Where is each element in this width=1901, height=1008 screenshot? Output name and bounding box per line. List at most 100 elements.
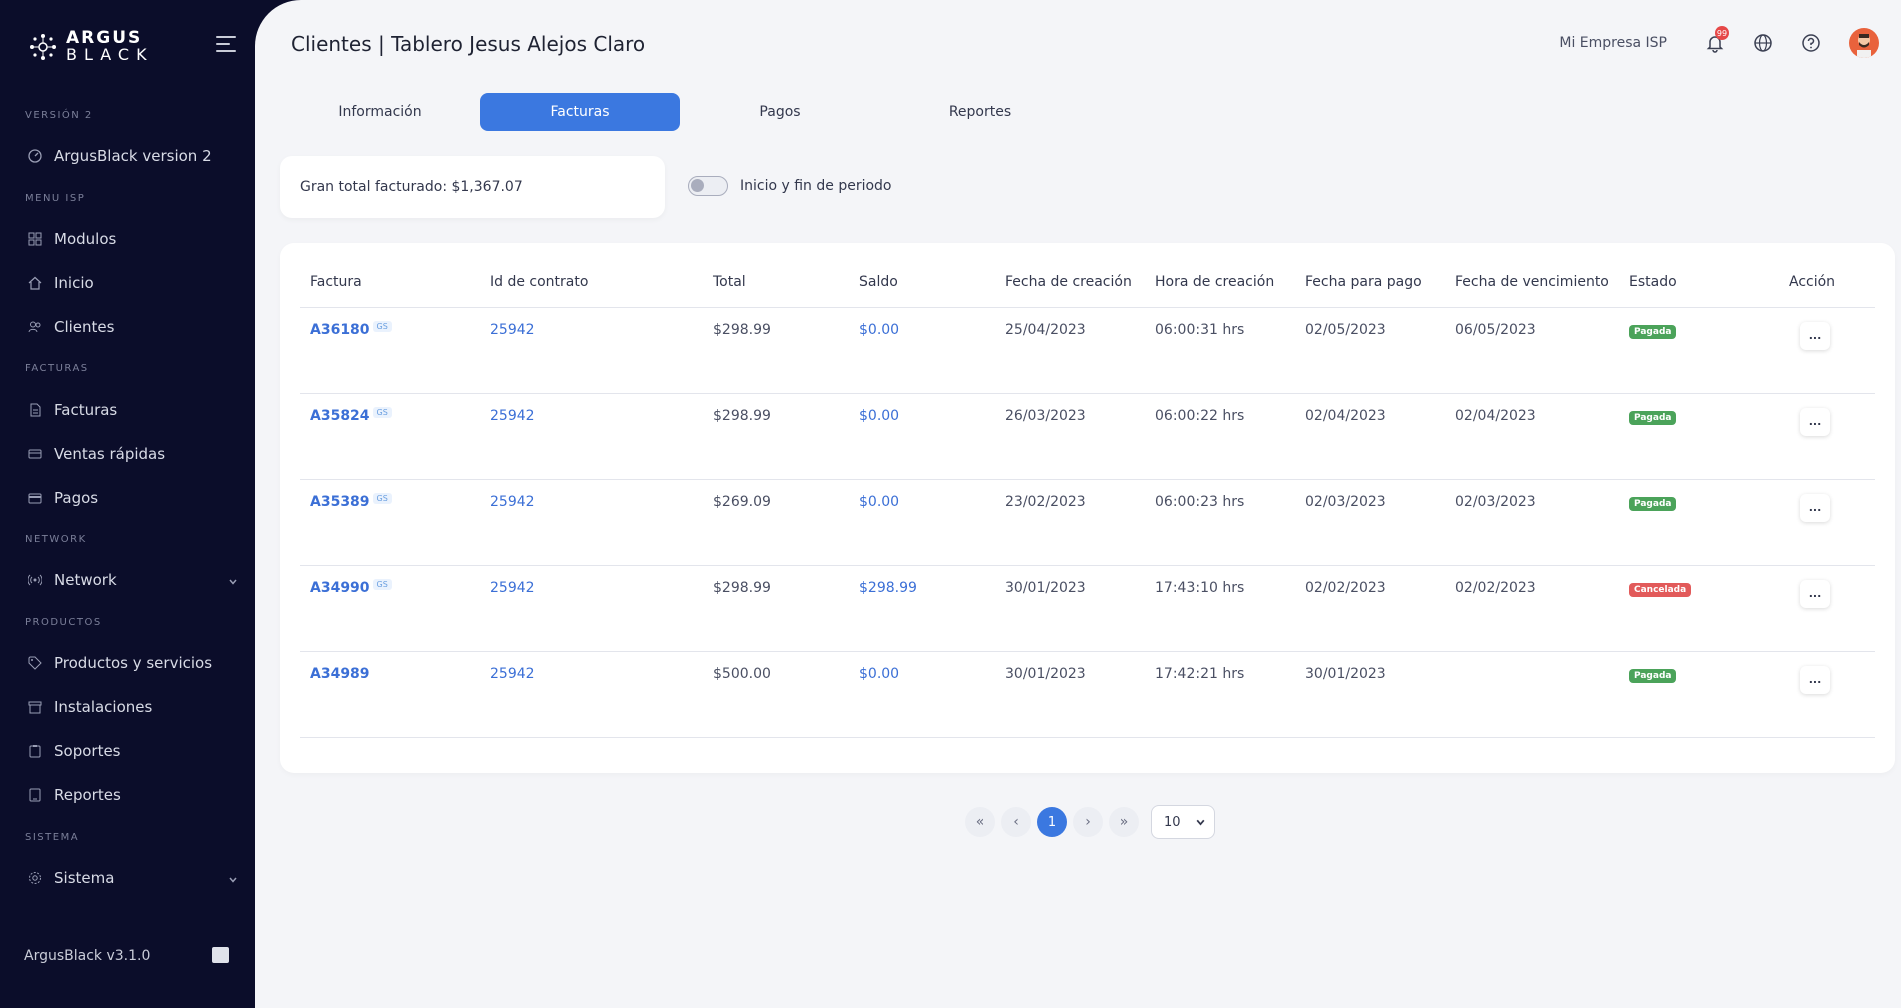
main-content: Clientes | Tablero Jesus Alejos Claro Mi… bbox=[255, 0, 1901, 1008]
sidebar-item-argus-v2[interactable]: ArgusBlack version 2 bbox=[28, 142, 238, 170]
globe-icon bbox=[1754, 34, 1772, 52]
created-time-cell: 17:42:21 hrs bbox=[1155, 651, 1305, 738]
gs-tag: GS bbox=[372, 492, 392, 504]
tab-reportes[interactable]: Reportes bbox=[880, 93, 1080, 131]
sidebar-item-reportes[interactable]: Reportes bbox=[28, 781, 238, 809]
col-hora-creacion: Hora de creación bbox=[1155, 271, 1305, 308]
sidebar-item-label: Productos y servicios bbox=[54, 654, 213, 672]
contract-link[interactable]: 25942 bbox=[490, 322, 535, 338]
gear-icon bbox=[28, 871, 42, 885]
app-logo[interactable]: ARGUS BLACK bbox=[28, 30, 154, 63]
invoice-link[interactable]: A34990 bbox=[310, 580, 370, 596]
total-cell: $298.99 bbox=[713, 307, 859, 394]
col-factura: Factura bbox=[300, 271, 490, 308]
row-actions-button[interactable]: ... bbox=[1800, 579, 1830, 608]
sidebar-item-ventas-rapidas[interactable]: Ventas rápidas bbox=[28, 440, 238, 468]
balance-link[interactable]: $0.00 bbox=[859, 666, 899, 682]
page-size-select[interactable]: 10 bbox=[1151, 805, 1215, 839]
archive-icon bbox=[28, 700, 42, 714]
sidebar-item-modulos[interactable]: Modulos bbox=[28, 225, 238, 253]
row-actions-button[interactable]: ... bbox=[1800, 407, 1830, 436]
notifications-button[interactable]: 99 bbox=[1701, 26, 1729, 57]
due-date-cell bbox=[1455, 651, 1629, 738]
invoice-link[interactable]: A35389 bbox=[310, 494, 370, 510]
table-row: A35389 GS 25942 $269.09 $0.00 23/02/2023 … bbox=[300, 479, 1875, 566]
sidebar-item-soportes[interactable]: Soportes bbox=[28, 737, 238, 765]
balance-link[interactable]: $0.00 bbox=[859, 408, 899, 424]
total-cell: $298.99 bbox=[713, 393, 859, 480]
help-button[interactable] bbox=[1797, 29, 1825, 57]
grand-total-card: Gran total facturado: $1,367.07 bbox=[280, 156, 665, 218]
section-label-version: VERSIÓN 2 bbox=[25, 110, 93, 121]
sidebar-item-clientes[interactable]: Clientes bbox=[28, 313, 238, 341]
tab-facturas[interactable]: Facturas bbox=[480, 93, 680, 131]
invoice-link[interactable]: A35824 bbox=[310, 408, 370, 424]
contract-link[interactable]: 25942 bbox=[490, 408, 535, 424]
next-page-button[interactable]: › bbox=[1073, 807, 1103, 837]
display-icon[interactable] bbox=[212, 947, 229, 963]
gs-tag: GS bbox=[372, 320, 392, 332]
created-date-cell: 26/03/2023 bbox=[1005, 393, 1155, 480]
sidebar-item-label: Inicio bbox=[54, 274, 94, 292]
tab-pagos[interactable]: Pagos bbox=[680, 93, 880, 131]
page-1-button[interactable]: 1 bbox=[1037, 807, 1067, 837]
page-size-value: 10 bbox=[1164, 814, 1181, 830]
invoice-link[interactable]: A34989 bbox=[310, 666, 370, 682]
row-actions-button[interactable]: ... bbox=[1800, 493, 1830, 522]
contract-link[interactable]: 25942 bbox=[490, 666, 535, 682]
col-accion: Acción bbox=[1789, 271, 1875, 308]
payment-date-cell: 02/05/2023 bbox=[1305, 307, 1455, 394]
sidebar-item-network[interactable]: Network bbox=[28, 566, 238, 594]
created-date-cell: 30/01/2023 bbox=[1005, 651, 1155, 738]
balance-link[interactable]: $298.99 bbox=[859, 580, 917, 596]
section-label-productos: PRODUCTOS bbox=[25, 617, 102, 628]
logo-text: ARGUS BLACK bbox=[66, 30, 154, 63]
sidebar-item-instalaciones[interactable]: Instalaciones bbox=[28, 693, 238, 721]
contract-link[interactable]: 25942 bbox=[490, 580, 535, 596]
contract-link[interactable]: 25942 bbox=[490, 494, 535, 510]
created-time-cell: 06:00:31 hrs bbox=[1155, 307, 1305, 394]
table-row: A35824 GS 25942 $298.99 $0.00 26/03/2023 … bbox=[300, 393, 1875, 480]
table-header-row: Factura Id de contrato Total Saldo Fecha… bbox=[300, 271, 1875, 308]
sidebar-item-facturas[interactable]: Facturas bbox=[28, 396, 238, 424]
status-badge: Pagada bbox=[1629, 410, 1677, 425]
sidebar-item-label: Reportes bbox=[54, 786, 121, 804]
balance-link[interactable]: $0.00 bbox=[859, 322, 899, 338]
section-label-network: NETWORK bbox=[25, 534, 87, 545]
payment-date-cell: 30/01/2023 bbox=[1305, 651, 1455, 738]
invoice-link[interactable]: A36180 bbox=[310, 322, 370, 338]
balance-link[interactable]: $0.00 bbox=[859, 494, 899, 510]
sidebar-item-inicio[interactable]: Inicio bbox=[28, 269, 238, 297]
credit-card-icon bbox=[28, 447, 42, 461]
period-toggle[interactable] bbox=[688, 176, 728, 196]
last-page-button[interactable]: » bbox=[1109, 807, 1139, 837]
due-date-cell: 06/05/2023 bbox=[1455, 307, 1629, 394]
sidebar-item-label: Network bbox=[54, 571, 117, 589]
menu-toggle-icon[interactable] bbox=[216, 36, 238, 54]
sidebar-item-label: Soportes bbox=[54, 742, 121, 760]
period-toggle-label: Inicio y fin de periodo bbox=[740, 178, 892, 194]
prev-page-button[interactable]: ‹ bbox=[1001, 807, 1031, 837]
row-actions-button[interactable]: ... bbox=[1800, 321, 1830, 350]
sidebar-item-sistema[interactable]: Sistema bbox=[28, 864, 238, 892]
row-actions-button[interactable]: ... bbox=[1800, 665, 1830, 694]
section-label-facturas: FACTURAS bbox=[25, 363, 89, 374]
created-time-cell: 17:43:10 hrs bbox=[1155, 565, 1305, 652]
sidebar-item-pagos[interactable]: Pagos bbox=[28, 484, 238, 512]
due-date-cell: 02/04/2023 bbox=[1455, 393, 1629, 480]
first-page-button[interactable]: « bbox=[965, 807, 995, 837]
payment-date-cell: 02/03/2023 bbox=[1305, 479, 1455, 566]
sidebar-item-productos[interactable]: Productos y servicios bbox=[28, 649, 238, 677]
broadcast-icon bbox=[28, 573, 42, 587]
language-button[interactable] bbox=[1749, 29, 1777, 57]
total-cell: $298.99 bbox=[713, 565, 859, 652]
total-cell: $269.09 bbox=[713, 479, 859, 566]
users-icon bbox=[28, 320, 42, 334]
gs-tag: GS bbox=[372, 406, 392, 418]
created-date-cell: 25/04/2023 bbox=[1005, 307, 1155, 394]
page-title: Clientes | Tablero Jesus Alejos Claro bbox=[291, 32, 646, 56]
tab-informacion[interactable]: Información bbox=[280, 93, 480, 131]
col-fecha-pago: Fecha para pago bbox=[1305, 271, 1455, 308]
avatar[interactable] bbox=[1849, 28, 1879, 58]
status-badge: Cancelada bbox=[1629, 582, 1692, 597]
